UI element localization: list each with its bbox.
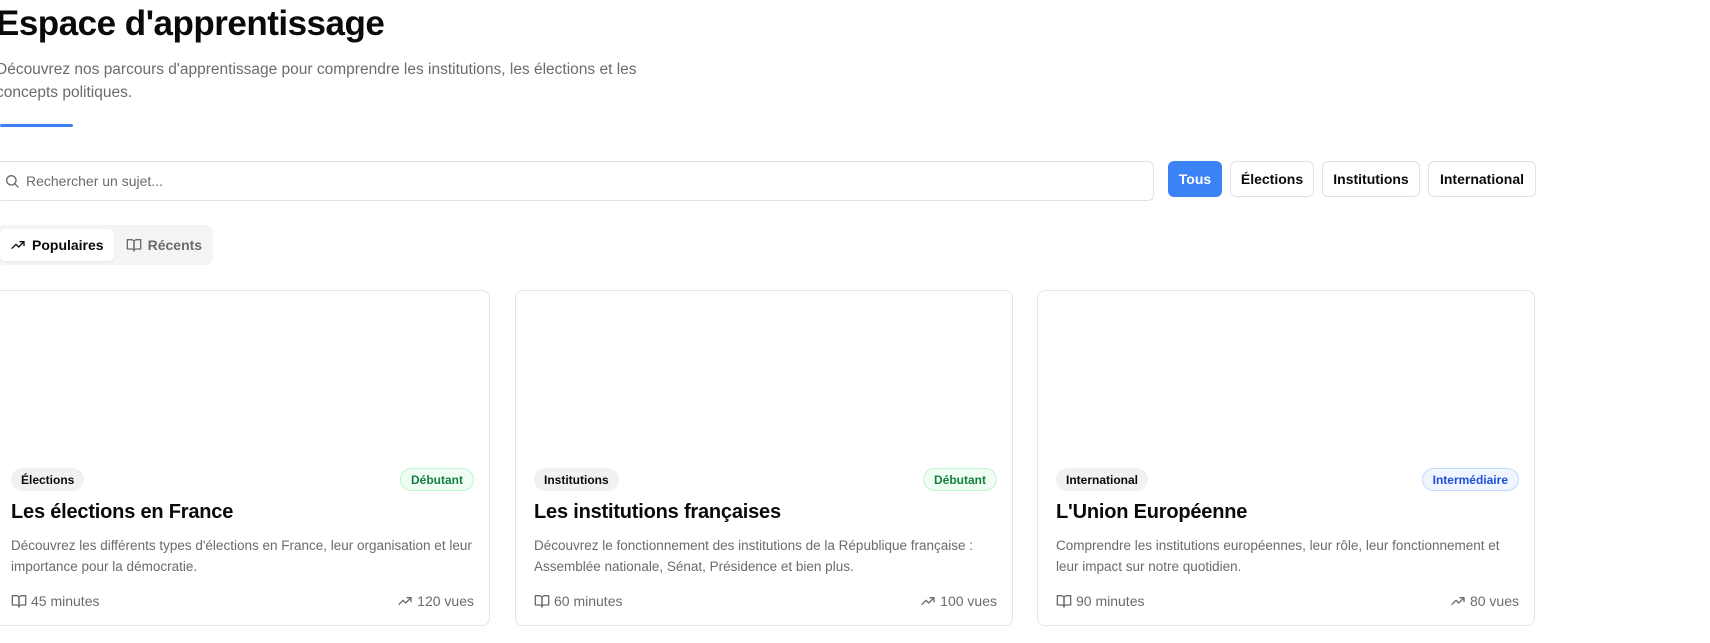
search-icon [5, 175, 19, 188]
views: 120 vues [397, 593, 474, 609]
course-description: Découvrez les différents types d'électio… [11, 538, 472, 574]
page-title: Espace d'apprentissage [0, 4, 385, 43]
title-accent-bar [0, 124, 73, 127]
level-badge: Intermédiaire [1421, 468, 1519, 491]
course-title: L'Union Européenne [1056, 501, 1248, 523]
course-title: Les élections en France [11, 501, 234, 523]
tab-label: Populaires [32, 237, 104, 253]
search-input[interactable] [26, 162, 1126, 200]
tab-popular[interactable]: Populaires [0, 229, 114, 261]
course-title: Les institutions françaises [534, 501, 781, 523]
duration-text: 60 minutes [554, 593, 623, 609]
course-meta: 90 minutes 80 vues [1056, 592, 1519, 610]
trending-up-icon [1451, 597, 1465, 605]
duration-text: 90 minutes [1076, 593, 1145, 609]
filter-elections-button[interactable]: Élections [1230, 161, 1314, 197]
learning-page: Espace d'apprentissage Découvrez nos par… [0, 0, 1710, 643]
level-badge: Débutant [400, 468, 474, 491]
duration: 90 minutes [1056, 593, 1144, 609]
course-meta: 45 minutes 120 vues [11, 592, 474, 610]
trending-up-icon [921, 597, 935, 605]
filter-all-button[interactable]: Tous [1168, 161, 1222, 197]
course-card[interactable]: International Intermédiaire L'Union Euro… [1037, 290, 1535, 626]
level-badge: Débutant [923, 468, 997, 491]
trending-up-icon [11, 241, 25, 249]
tab-label: Récents [147, 237, 203, 253]
course-description: Comprendre les institutions européennes,… [1056, 538, 1500, 574]
course-card[interactable]: Élections Débutant Les élections en Fran… [0, 290, 490, 626]
category-badge: International [1056, 468, 1149, 491]
tab-recent[interactable]: Récents [116, 229, 212, 261]
category-badge: Élections [11, 468, 85, 491]
category-badge: Institutions [534, 468, 619, 491]
views: 80 vues [1450, 593, 1519, 609]
views-text: 80 vues [1469, 593, 1519, 609]
sort-tabs: Populaires Récents [0, 225, 213, 265]
book-open-icon [534, 595, 550, 608]
course-meta: 60 minutes 100 vues [534, 592, 997, 610]
book-open-icon [11, 595, 27, 608]
course-description: Découvrez le fonctionnement des institut… [534, 538, 974, 574]
book-open-icon [126, 239, 141, 252]
category-filters: Tous Élections Institutions Internationa… [1168, 161, 1536, 197]
trending-up-icon [398, 597, 412, 605]
views-text: 100 vues [940, 593, 997, 609]
course-card[interactable]: Institutions Débutant Les institutions f… [515, 290, 1013, 626]
duration-text: 45 minutes [31, 593, 100, 609]
filter-institutions-button[interactable]: Institutions [1322, 161, 1420, 197]
views-text: 120 vues [417, 593, 474, 609]
views: 100 vues [920, 593, 997, 609]
filter-international-button[interactable]: International [1428, 161, 1536, 197]
search-bar [0, 161, 1154, 201]
duration: 60 minutes [534, 593, 622, 609]
page-subtitle: Découvrez nos parcours d'apprentissage p… [0, 61, 637, 101]
book-open-icon [1056, 595, 1072, 608]
duration: 45 minutes [11, 593, 99, 609]
